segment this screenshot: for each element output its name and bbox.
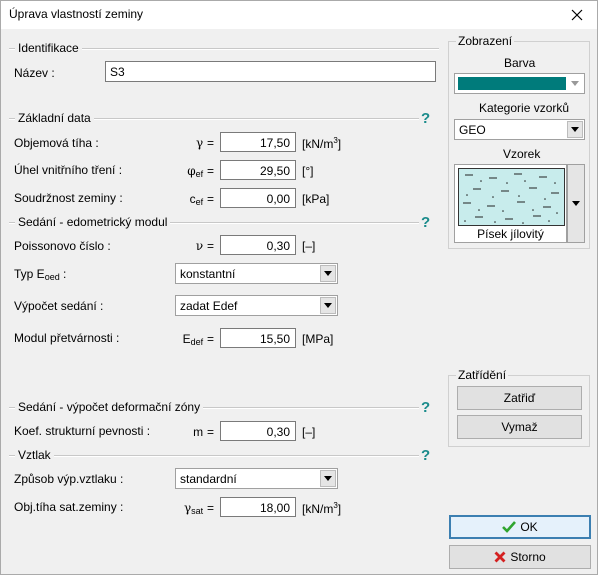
sat-weight-input[interactable]: 18,00	[220, 497, 296, 517]
name-input[interactable]: S3	[105, 61, 436, 82]
help-icon-basic[interactable]: ?	[421, 110, 430, 127]
close-icon	[571, 9, 583, 21]
poisson-symbol: ν =	[195, 239, 214, 253]
friction-angle-symbol: φef =	[187, 164, 214, 179]
uplift-method-label: Způsob výp.vztlaku :	[14, 472, 124, 486]
cancel-label: Storno	[510, 550, 546, 564]
modulus-symbol: Edef =	[182, 332, 214, 347]
window-title: Úprava vlastností zeminy	[9, 7, 144, 21]
title-bar: Úprava vlastností zeminy	[1, 1, 597, 29]
category-value: GEO	[459, 123, 486, 137]
help-icon-zone[interactable]: ?	[421, 399, 430, 416]
cohesion-label: Soudržnost zeminy :	[14, 191, 123, 205]
cohesion-symbol: cef =	[189, 192, 214, 207]
poisson-label: Poissonovo číslo :	[14, 239, 111, 253]
modulus-unit: [MPa]	[302, 332, 334, 346]
settlement-calc-select[interactable]: zadat Edef	[175, 295, 338, 316]
chevron-down-icon	[572, 201, 580, 206]
section-identification: Identifikace	[15, 41, 82, 55]
section-settlement-oedometric: Sedání - edometrický modul	[15, 215, 171, 229]
pattern-dropdown-button[interactable]	[567, 164, 585, 243]
chevron-down-icon	[567, 75, 582, 92]
pattern-label: Vzorek	[503, 147, 541, 161]
name-label: Název :	[14, 66, 55, 80]
soil-pattern-image	[458, 168, 565, 226]
section-deformation-zone: Sedání - výpočet deformační zóny	[15, 400, 204, 414]
sat-weight-unit: [kN/m3]	[302, 501, 342, 516]
modulus-input[interactable]: 15,50	[220, 328, 296, 348]
divider	[9, 455, 419, 457]
help-icon-uplift[interactable]: ?	[421, 447, 430, 464]
cohesion-input[interactable]: 0,00	[220, 188, 296, 208]
pattern-preview[interactable]: Písek jílovitý	[454, 164, 567, 243]
section-basic-data: Základní data	[15, 111, 94, 125]
unit-weight-symbol: γ =	[195, 136, 214, 150]
color-swatch	[458, 77, 566, 90]
cancel-button[interactable]: Storno	[449, 545, 591, 569]
sat-weight-label: Obj.tíha sat.zeminy :	[14, 500, 124, 514]
settlement-calc-value: zadat Edef	[180, 299, 238, 313]
friction-angle-input[interactable]: 29,50	[220, 160, 296, 180]
color-select[interactable]	[454, 73, 585, 94]
help-icon-settlement[interactable]: ?	[421, 214, 430, 231]
eoed-type-select[interactable]: konstantní	[175, 263, 338, 284]
chevron-down-icon	[320, 470, 336, 487]
modulus-label: Modul přetvárnosti :	[14, 331, 120, 345]
category-label: Kategorie vzorků	[479, 101, 570, 115]
chevron-down-icon	[320, 297, 336, 314]
classification-group-title: Zatřídění	[456, 368, 509, 382]
unit-weight-label: Objemová tíha :	[14, 136, 99, 150]
structural-strength-input[interactable]: 0,30	[220, 421, 296, 441]
unit-weight-unit: [kN/m3]	[302, 136, 342, 151]
friction-angle-unit: [°]	[302, 164, 314, 178]
structural-strength-unit: [–]	[302, 425, 316, 439]
color-label: Barva	[504, 56, 536, 70]
classify-button[interactable]: Zatřiď	[457, 386, 582, 410]
category-select[interactable]: GEO	[454, 119, 585, 140]
settlement-calc-label: Výpočet sedání :	[14, 299, 104, 313]
checkmark-icon	[502, 521, 517, 533]
chevron-down-icon	[320, 265, 336, 282]
sat-weight-symbol: γsat =	[183, 501, 214, 516]
pattern-name: Písek jílovitý	[477, 227, 544, 241]
section-uplift: Vztlak	[15, 448, 54, 462]
uplift-method-select[interactable]: standardní	[175, 468, 338, 489]
unit-weight-input[interactable]: 17,50	[220, 132, 296, 152]
ok-button[interactable]: OK	[449, 515, 591, 539]
friction-angle-label: Úhel vnitřního tření :	[14, 163, 123, 177]
structural-strength-symbol: m =	[193, 425, 214, 439]
ok-label: OK	[520, 520, 538, 534]
clear-classification-button[interactable]: Vymaž	[457, 415, 582, 439]
cohesion-unit: [kPa]	[302, 192, 330, 206]
close-icon	[494, 551, 506, 563]
poisson-unit: [–]	[302, 239, 316, 253]
eoed-type-label: Typ Eoed :	[14, 267, 67, 282]
structural-strength-label: Koef. strukturní pevnosti :	[14, 424, 151, 438]
close-button[interactable]	[557, 1, 597, 29]
display-group-title: Zobrazení	[456, 34, 515, 48]
uplift-method-value: standardní	[180, 472, 237, 486]
eoed-type-value: konstantní	[180, 267, 236, 281]
poisson-input[interactable]: 0,30	[220, 235, 296, 255]
chevron-down-icon	[567, 121, 583, 138]
dialog-window: Úprava vlastností zeminy Identifikace Ná…	[0, 0, 598, 575]
